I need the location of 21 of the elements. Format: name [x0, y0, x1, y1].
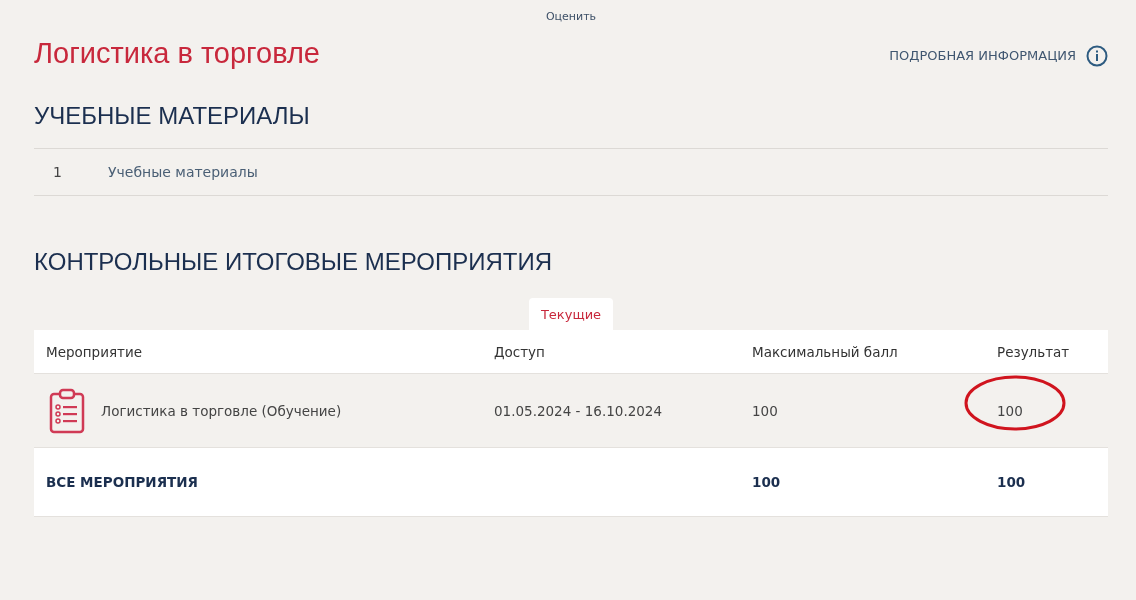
- table-cell-text: 100: [751, 402, 779, 419]
- total-cell-text: 100: [751, 474, 782, 490]
- event-link[interactable]: Логистика в торговле (Обучение): [101, 402, 342, 419]
- tab[interactable]: Текущие: [528, 298, 614, 330]
- item-number: 1: [52, 164, 63, 180]
- table-cell-text: 01.05.2024 - 16.10.2024: [493, 402, 664, 419]
- column-header: Результат: [996, 343, 1071, 360]
- total-label: ВСЕ МЕРОПРИЯТИЯ: [45, 474, 199, 490]
- info-icon: [1086, 44, 1108, 67]
- section-heading: КОНТРОЛЬНЫЕ ИТОГОВЫЕ МЕРОПРИЯТИЯ: [34, 248, 553, 276]
- material-link[interactable]: Учебные материалы: [108, 164, 258, 180]
- total-cell-text: 100: [996, 474, 1027, 490]
- rate-link[interactable]: Оценить: [545, 10, 597, 23]
- section-heading: УЧЕБНЫЕ МАТЕРИАЛЫ: [34, 102, 311, 130]
- column-header: Мероприятие: [45, 343, 144, 360]
- course-title: Логистика в торговле: [34, 37, 320, 70]
- clipboard-icon: [49, 387, 85, 434]
- column-header: Максимальный балл: [751, 343, 899, 360]
- info-link[interactable]: ПОДРОБНАЯ ИНФОРМАЦИЯ: [889, 44, 1108, 67]
- table-cell: 100: [997, 402, 1023, 419]
- column-header: Доступ: [493, 343, 546, 360]
